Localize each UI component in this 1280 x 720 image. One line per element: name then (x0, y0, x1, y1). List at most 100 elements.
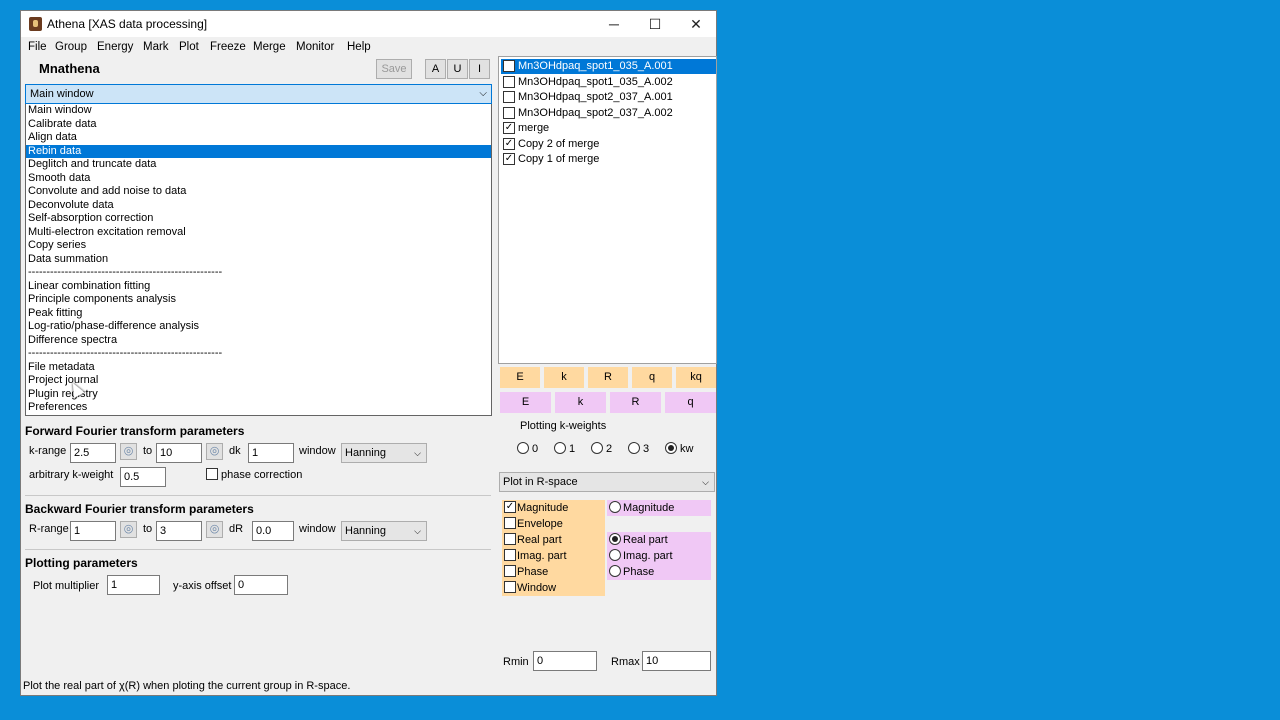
close-button[interactable]: ✕ (676, 11, 716, 37)
arb-kweight-input[interactable]: 0.5 (120, 467, 166, 487)
plot-r-button[interactable]: R (588, 367, 628, 388)
plot-marked-k-button[interactable]: k (555, 392, 606, 413)
kweight-2-radio[interactable] (591, 442, 603, 454)
menu-mark[interactable]: Mark (143, 41, 169, 53)
dropdown-option[interactable]: Project journal (26, 374, 491, 388)
group-item-6[interactable]: ✓ Copy 2 of merge (501, 137, 716, 152)
plot-option-real-part[interactable]: Real part (502, 532, 605, 548)
menu-freeze[interactable]: Freeze (210, 41, 246, 53)
dk-input[interactable]: 1 (248, 443, 294, 463)
menu-group[interactable]: Group (55, 41, 87, 53)
i-button[interactable]: I (469, 59, 490, 79)
kmin-input[interactable]: 2.5 (70, 443, 116, 463)
group-checkbox-checked[interactable]: ✓ (503, 137, 515, 150)
kweight-3-radio[interactable] (628, 442, 640, 454)
envelope-checkbox[interactable] (504, 517, 516, 529)
plot-kq-button[interactable]: kq (676, 367, 716, 388)
group-checkbox-checked[interactable]: ✓ (503, 153, 515, 165)
menu-monitor[interactable]: Monitor (296, 41, 334, 53)
plot-e-button[interactable]: E (500, 367, 540, 388)
dropdown-option[interactable]: Multi-electron excitation removal (26, 226, 491, 240)
maximize-button[interactable]: ☐ (635, 11, 675, 37)
window-checkbox[interactable] (504, 581, 516, 593)
group-item-4[interactable]: Mn3OHdpaq_spot2_037_A.002 (501, 106, 716, 121)
group-item-3[interactable]: Mn3OHdpaq_spot2_037_A.001 (501, 90, 716, 105)
u-button[interactable]: U (447, 59, 468, 79)
dropdown-option-highlighted[interactable]: Rebin data (26, 144, 491, 158)
plot-marked-q-button[interactable]: q (665, 392, 716, 413)
dropdown-option[interactable]: Convolute and add noise to data (26, 185, 491, 199)
dropdown-option[interactable]: Smooth data (26, 172, 491, 186)
plot-option-window[interactable]: Window (502, 580, 605, 596)
dropdown-option[interactable]: Linear combination fitting (26, 280, 491, 294)
menu-energy[interactable]: Energy (97, 41, 133, 53)
save-button[interactable]: Save (376, 59, 412, 79)
group-checkbox[interactable] (503, 91, 515, 103)
dropdown-option[interactable]: Self-absorption correction (26, 212, 491, 226)
minimize-button[interactable]: ─ (594, 11, 634, 37)
real-part-checkbox[interactable] (504, 533, 516, 545)
group-checkbox[interactable] (503, 75, 515, 88)
plot-option-magnitude[interactable]: ✓ Magnitude (502, 500, 605, 516)
rmin-input[interactable]: 1 (70, 521, 116, 541)
dropdown-option[interactable]: Difference spectra (26, 334, 491, 348)
dr-input[interactable]: 0.0 (252, 521, 294, 541)
rmax-pick-button[interactable]: ◎ (206, 521, 223, 538)
plot-multiplier-input[interactable]: 1 (107, 575, 160, 595)
dropdown-option[interactable]: Deconvolute data (26, 199, 491, 213)
rmin-pick-button[interactable]: ◎ (120, 521, 137, 538)
dropdown-option[interactable]: Deglitch and truncate data (26, 158, 491, 172)
marked-option-magnitude[interactable]: Magnitude (607, 500, 711, 516)
kmax-input[interactable]: 10 (156, 443, 202, 463)
dropdown-option[interactable]: Peak fitting (26, 307, 491, 321)
dropdown-option[interactable]: Data summation (26, 253, 491, 267)
dropdown-option[interactable]: Calibrate data (26, 118, 491, 132)
group-checkbox[interactable] (503, 106, 515, 119)
backward-window-select[interactable]: Hanning ⌵ (341, 521, 427, 541)
marked-magnitude-radio[interactable] (609, 501, 621, 513)
marked-option-imag-part[interactable]: Imag. part (607, 548, 711, 564)
dropdown-option[interactable]: Plugin registry (26, 388, 491, 402)
plot-rmax-input[interactable]: 10 (642, 651, 711, 671)
marked-phase-radio[interactable] (609, 565, 621, 577)
magnitude-checkbox[interactable]: ✓ (504, 501, 516, 513)
dropdown-option[interactable]: Align data (26, 131, 491, 145)
plot-option-phase[interactable]: Phase (502, 564, 605, 580)
forward-window-select[interactable]: Hanning ⌵ (341, 443, 427, 463)
plot-option-imag-part[interactable]: Imag. part (502, 548, 605, 564)
group-item-7[interactable]: ✓ Copy 1 of merge (501, 152, 716, 167)
group-checkbox[interactable] (503, 60, 515, 72)
marked-real-part-radio[interactable] (609, 533, 621, 545)
plot-marked-r-button[interactable]: R (610, 392, 661, 413)
y-offset-input[interactable]: 0 (234, 575, 288, 595)
marked-option-phase[interactable]: Phase (607, 564, 711, 580)
kmin-pick-button[interactable]: ◎ (120, 443, 137, 460)
group-checkbox-checked[interactable]: ✓ (503, 122, 515, 134)
plot-q-button[interactable]: q (632, 367, 672, 388)
phase-checkbox[interactable] (504, 565, 516, 577)
marked-option-real-part[interactable]: Real part (607, 532, 711, 548)
dropdown-option[interactable]: Main window (26, 104, 491, 118)
imag-part-checkbox[interactable] (504, 549, 516, 561)
kmax-pick-button[interactable]: ◎ (206, 443, 223, 460)
dropdown-option[interactable]: Copy series (26, 239, 491, 253)
kweight-kw-radio[interactable] (665, 442, 677, 454)
plot-k-button[interactable]: k (544, 367, 584, 388)
kweight-1-radio[interactable] (554, 442, 566, 454)
view-select[interactable]: Main window ⌵ (25, 84, 492, 104)
plot-space-select[interactable]: Plot in R-space ⌵ (499, 472, 715, 492)
dropdown-option[interactable]: Log-ratio/phase-difference analysis (26, 320, 491, 334)
a-button[interactable]: A (425, 59, 446, 79)
phase-correction-checkbox[interactable] (206, 468, 218, 480)
group-item-2[interactable]: Mn3OHdpaq_spot1_035_A.002 (501, 75, 716, 90)
dropdown-option[interactable]: Preferences (26, 401, 491, 415)
menu-plot[interactable]: Plot (179, 41, 199, 53)
plot-option-envelope[interactable]: Envelope (502, 516, 605, 532)
menu-file[interactable]: File (28, 41, 47, 53)
marked-imag-part-radio[interactable] (609, 549, 621, 561)
dropdown-option[interactable]: Principle components analysis (26, 293, 491, 307)
menu-help[interactable]: Help (347, 41, 371, 53)
plot-rmin-input[interactable]: 0 (533, 651, 597, 671)
group-item-1[interactable]: Mn3OHdpaq_spot1_035_A.001 (501, 59, 716, 74)
plot-marked-e-button[interactable]: E (500, 392, 551, 413)
